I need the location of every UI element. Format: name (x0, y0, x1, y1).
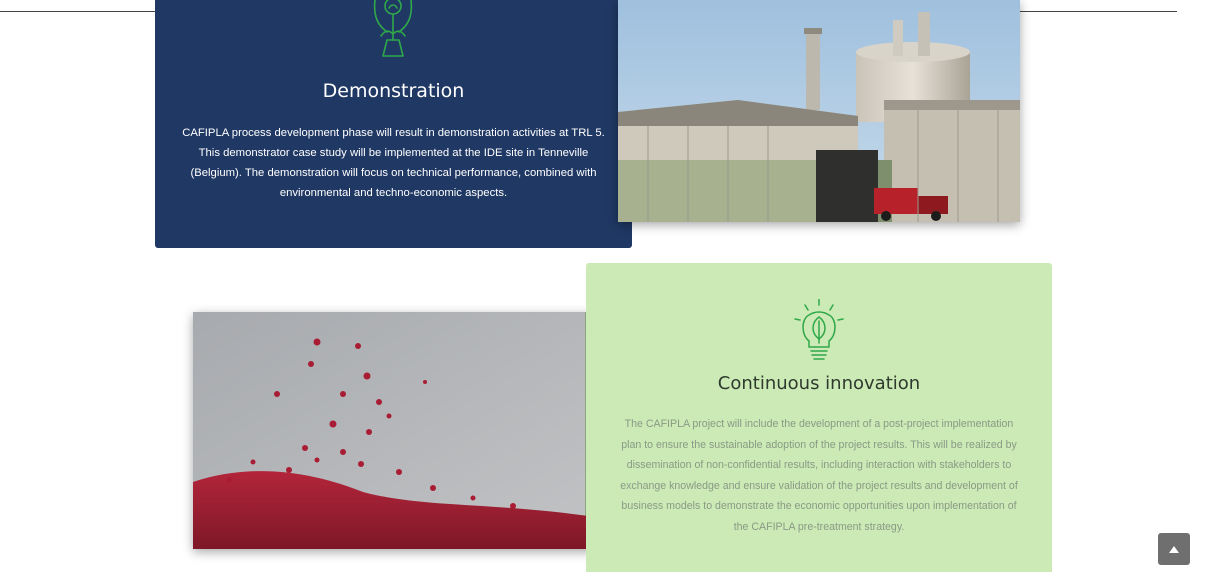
demonstration-title: Demonstration (322, 80, 465, 102)
continuous-innovation-text: The CAFIPLA project will include the dev… (620, 418, 1018, 533)
demonstration-text: CAFIPLA process development phase will r… (182, 127, 605, 199)
industrial-plant-photo (618, 0, 1020, 222)
hands-plant-icon (373, 0, 413, 57)
continuous-innovation-title: Continuous innovation (717, 373, 921, 394)
scroll-to-top-button[interactable] (1158, 533, 1190, 565)
lightbulb-leaf-icon (794, 299, 844, 360)
red-granules-photo (193, 312, 595, 549)
continuous-innovation-card: Continuous innovation The CAFIPLA projec… (586, 263, 1052, 572)
chevron-up-icon (1169, 545, 1179, 553)
demonstration-card: Demonstration CAFIPLA process developmen… (155, 0, 632, 248)
